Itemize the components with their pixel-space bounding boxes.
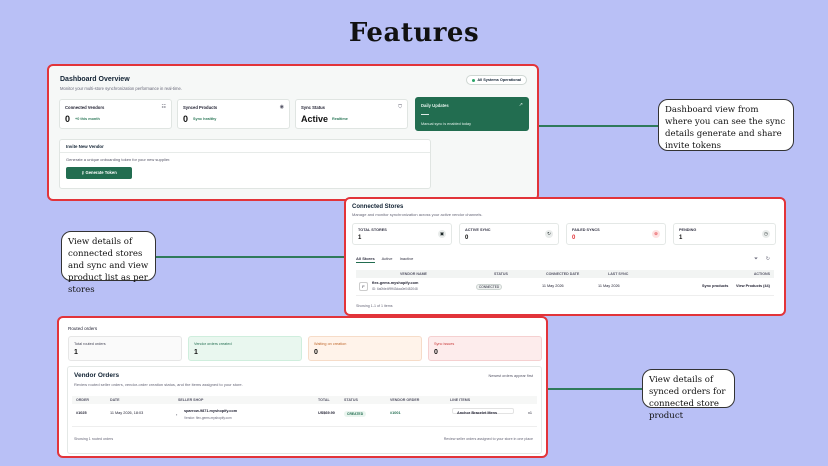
- card-waiting: Waiting on creation 0: [308, 336, 422, 361]
- stat-pending: PENDING 1 ◷: [673, 223, 776, 245]
- invite-panel: Invite New Vendor Generate a unique onbo…: [59, 139, 431, 189]
- shield-icon: ⛉: [398, 104, 402, 110]
- line-item: Anchor Bracelet Mens: [452, 408, 514, 415]
- vendor-order-link[interactable]: #1001: [390, 411, 401, 415]
- building-icon: ☷: [161, 104, 166, 110]
- invite-subtitle: Generate a unique onboarding token for y…: [66, 157, 171, 162]
- tab-all-stores[interactable]: All Stores: [356, 256, 375, 263]
- invite-title: Invite New Vendor: [66, 144, 104, 149]
- store-id: ID: 6a0fde4f9ff43daa0e0482048: [372, 287, 418, 291]
- view-products-button[interactable]: View Products (44): [736, 284, 770, 288]
- trend-icon: ↗: [518, 102, 523, 108]
- card-sync-issues: Sync issues 0: [428, 336, 542, 361]
- generate-token-button[interactable]: ⚷ Generate Token: [66, 167, 132, 179]
- sync-products-button[interactable]: Sync products: [702, 284, 728, 288]
- order-number[interactable]: #1025: [76, 411, 87, 415]
- clock-icon: ◷: [762, 230, 770, 238]
- store-icon: ▣: [438, 230, 446, 238]
- expand-icon[interactable]: ‹: [176, 412, 177, 417]
- seller-shop: sparrow-9871.myshopify.com: [184, 409, 238, 413]
- routed-orders-screenshot: Routed orders Total routed orders 1 Vendo…: [57, 316, 548, 458]
- stores-title: Connected Stores: [352, 204, 404, 210]
- tab-active[interactable]: Active: [382, 256, 393, 261]
- error-icon: ⊗: [652, 230, 660, 238]
- note-orders: View details of synced orders for connec…: [642, 369, 735, 421]
- refresh-icon: ↻: [545, 230, 553, 238]
- vendor-orders-panel: Vendor Orders Review routed seller order…: [67, 366, 542, 454]
- connected-stores-screenshot: Connected Stores Manage and monitor sync…: [344, 197, 786, 316]
- stores-subtitle: Manage and monitor synchronization acros…: [352, 212, 483, 217]
- page-title: Features: [348, 18, 480, 48]
- card-daily-updates: Daily Updates ↗ — Manual sync is enabled…: [415, 97, 529, 131]
- store-tabs: All Stores Active Inactive: [356, 256, 419, 263]
- card-total-routed: Total routed orders 1: [68, 336, 182, 361]
- routed-orders-label: Routed orders: [68, 326, 98, 331]
- dashboard-screenshot: Dashboard Overview Monitor your multi-st…: [47, 64, 539, 201]
- dashboard-title: Dashboard Overview: [60, 76, 130, 83]
- connector-line: [548, 388, 644, 390]
- vendor-orders-title: Vendor Orders: [74, 372, 120, 379]
- store-name: flex-gems.myshopify.com: [372, 281, 419, 285]
- eye-icon: ◉: [279, 104, 284, 110]
- card-synced-products: Synced Products ◉ 0 Sync healthy: [177, 99, 290, 129]
- note-stores: View details of connected stores and syn…: [61, 231, 156, 295]
- refresh-icon[interactable]: ↻: [766, 256, 770, 262]
- tab-inactive[interactable]: Inactive: [400, 256, 414, 261]
- note-dashboard: Dashboard view from where you can see th…: [658, 99, 794, 151]
- stat-total-stores: TOTAL STORES 1 ▣: [352, 223, 452, 245]
- stat-failed-syncs: FAILED SYNCS 0 ⊗: [566, 223, 666, 245]
- table-row: #1025 11 May 2026, 18:03 ‹ sparrow-9871.…: [72, 407, 537, 427]
- line-item-qty: x1: [528, 411, 533, 415]
- stat-active-sync: ACTIVE SYNC 0 ↻: [459, 223, 559, 245]
- card-vendor-created: Vendor orders created 1: [188, 336, 302, 361]
- status-badge: CREATED: [344, 411, 367, 417]
- stores-table-header: VENDOR NAME STATUS CONNECTED DATE LAST S…: [356, 270, 774, 278]
- card-connected-vendors: Connected Vendors ☷ 0 +0 this month: [59, 99, 172, 129]
- vendor-orders-subtitle: Review routed seller orders, vendor-orde…: [74, 382, 243, 387]
- orders-table-header: ORDER DATE SELLER SHOP TOTAL STATUS VEND…: [72, 396, 537, 404]
- connector-line: [539, 125, 660, 127]
- card-sync-status: Sync Status ⛉ Active Realtime: [295, 99, 408, 129]
- connector-line: [156, 256, 346, 258]
- table-row: F flex-gems.myshopify.com ID: 6a0fde4f9f…: [356, 280, 774, 296]
- status-badge: CONNECTED: [476, 284, 503, 290]
- status-dot-icon: [472, 78, 476, 82]
- table-footer-left: Showing 1 routed orders: [74, 437, 114, 441]
- table-footer: Showing 1-1 of 1 items: [356, 304, 393, 308]
- filter-icon[interactable]: ⏷: [754, 256, 758, 262]
- table-footer-right: Review seller orders assigned to your st…: [443, 437, 533, 441]
- dashboard-subtitle: Monitor your multi-store synchronization…: [60, 86, 182, 91]
- avatar: F: [359, 282, 368, 291]
- status-pill: All Systems Operational: [466, 75, 527, 85]
- divider: [60, 152, 430, 153]
- sort-hint: Newest orders appear first: [488, 374, 533, 378]
